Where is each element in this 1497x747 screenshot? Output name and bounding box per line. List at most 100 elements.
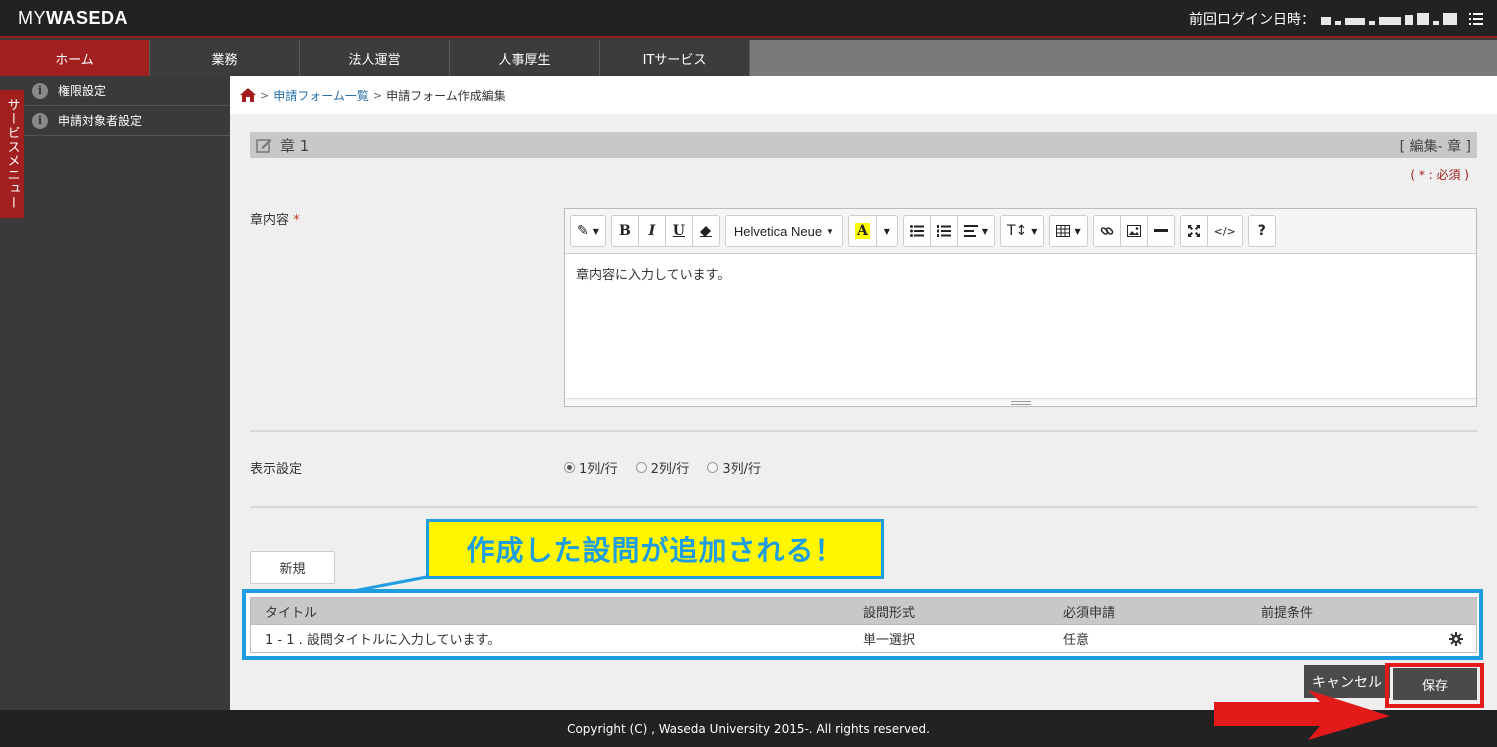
image-icon	[1126, 225, 1141, 237]
caret-down-icon: ▼	[981, 226, 988, 236]
underline-button[interactable]: U	[664, 215, 693, 247]
font-family-dropdown[interactable]: Helvetica Neue ▼	[724, 215, 843, 247]
caret-down-icon: ▼	[592, 226, 599, 236]
help-button[interactable]: ?	[1247, 215, 1276, 247]
breadcrumb: > 申請フォーム一覧 > 申請フォーム作成編集	[230, 76, 1497, 114]
content-label: 章内容 *	[250, 209, 300, 228]
fullscreen-button[interactable]	[1179, 215, 1208, 247]
nav-it-service[interactable]: ITサービス	[600, 40, 750, 76]
numbered-list-button[interactable]	[929, 215, 958, 247]
style-button[interactable]: ✎ ▼	[570, 215, 606, 247]
align-left-icon	[963, 225, 978, 237]
new-question-button[interactable]: 新規	[250, 551, 335, 584]
chapter-edit-link[interactable]: [ 編集- 章 ]	[1400, 136, 1471, 156]
radio-button[interactable]	[635, 462, 647, 473]
required-star: *	[293, 213, 300, 228]
eraser-button[interactable]	[691, 215, 720, 247]
editor-resize-handle[interactable]	[565, 398, 1476, 406]
table-button[interactable]: ▼	[1049, 215, 1088, 247]
cell-title: 1 - 1 . 設問タイトルに入力しています。	[265, 633, 501, 648]
font-family-value: Helvetica Neue	[733, 223, 823, 239]
bold-button[interactable]: B	[610, 215, 639, 247]
sidebar-item-label: 申請対象者設定	[58, 114, 143, 128]
nav-business[interactable]: 業務	[150, 40, 300, 76]
display-setting-label: 表示設定	[250, 462, 303, 477]
annotation-callout: 作成した設問が追加される！	[426, 519, 884, 579]
info-icon: i	[32, 82, 48, 99]
radio-button[interactable]	[707, 462, 719, 473]
radio-button[interactable]	[564, 462, 575, 473]
save-button[interactable]: 保存	[1393, 668, 1477, 700]
chapter-header: 章 1 [ 編集- 章 ]	[250, 132, 1477, 158]
image-button[interactable]	[1119, 215, 1148, 247]
highlight-a-icon: A	[854, 223, 870, 239]
gear-icon[interactable]	[1449, 631, 1463, 646]
home-icon[interactable]	[240, 88, 256, 102]
paragraph-align-button[interactable]: ▼	[956, 215, 995, 247]
last-login-info: 前回ログイン日時：	[1189, 9, 1483, 29]
radio-label: 2列/行	[650, 462, 690, 477]
link-icon	[1100, 227, 1113, 235]
line-height-icon: T↕	[1007, 223, 1028, 239]
bullet-list-icon	[909, 225, 924, 237]
service-menu-tab[interactable]: サービスメニュー	[0, 90, 24, 218]
nav-corporate[interactable]: 法人運営	[300, 40, 450, 76]
link-button[interactable]	[1092, 215, 1121, 247]
breadcrumb-separator: >	[372, 88, 383, 102]
info-icon: i	[32, 112, 48, 129]
fullscreen-icon	[1187, 225, 1200, 237]
breadcrumb-current: 申請フォーム作成編集	[386, 88, 506, 103]
highlight-color-button[interactable]: A	[847, 215, 877, 247]
col-precondition-header: 前提条件	[1261, 605, 1314, 621]
breadcrumb-form-list-link[interactable]: 申請フォーム一覧	[273, 87, 369, 104]
editor-toolbar: ✎ ▼ B I U Helvetica Neue ▼ A ▼ ▼ T↕ ▼ ▼ …	[565, 209, 1476, 254]
edit-icon	[256, 139, 272, 153]
radio-1-col[interactable]: 1列/行	[564, 458, 618, 477]
italic-button[interactable]: I	[637, 215, 666, 247]
table-row[interactable]: 1 - 1 . 設問タイトルに入力しています。 単一選択 任意	[251, 624, 1476, 652]
sidebar-item-permissions[interactable]: i 権限設定	[24, 76, 230, 106]
cell-type: 単一選択	[863, 633, 916, 648]
magic-wand-icon: ✎	[577, 223, 589, 239]
bullet-list-button[interactable]	[902, 215, 931, 247]
rich-text-editor: ✎ ▼ B I U Helvetica Neue ▼ A ▼ ▼ T↕ ▼ ▼ …	[564, 208, 1477, 407]
caret-down-icon: ▼	[883, 226, 890, 236]
logo-waseda: WASEDA	[46, 8, 129, 28]
menu-list-icon[interactable]	[1469, 13, 1483, 25]
caret-down-icon: ▼	[1074, 226, 1081, 236]
mywaseda-logo[interactable]: MYWASEDA	[18, 8, 128, 29]
display-setting-radios: 1列/行 2列/行 3列/行	[564, 458, 761, 477]
radio-label: 1列/行	[579, 462, 618, 477]
top-bar: MYWASEDA 前回ログイン日時：	[0, 0, 1497, 38]
line-height-button[interactable]: T↕ ▼	[1000, 215, 1045, 247]
nav-home[interactable]: ホーム	[0, 40, 150, 76]
radio-3-col[interactable]: 3列/行	[707, 458, 761, 477]
masked-login-datetime	[1321, 13, 1457, 25]
sidebar-list: i 権限設定 i 申請対象者設定	[24, 76, 230, 136]
required-note: ( * : 必須 )	[1410, 168, 1469, 182]
red-arrow-annotation	[1214, 690, 1390, 740]
sidebar-item-target-users[interactable]: i 申請対象者設定	[24, 106, 230, 136]
divider	[250, 506, 1477, 508]
highlight-color-dropdown[interactable]: ▼	[875, 215, 898, 247]
grip-icon	[1010, 400, 1031, 405]
code-view-button[interactable]: </>	[1206, 215, 1243, 247]
radio-label: 3列/行	[722, 462, 761, 477]
code-icon: </>	[1213, 224, 1236, 238]
main-nav: ホーム 業務 法人運営 人事厚生 ITサービス	[0, 40, 1497, 76]
logo-my: MY	[18, 8, 46, 28]
caret-down-icon: ▼	[826, 226, 834, 236]
editor-content-area[interactable]: 章内容に入力しています。	[565, 254, 1476, 398]
sidebar: サービスメニュー i 権限設定 i 申請対象者設定	[0, 76, 230, 710]
horizontal-rule-icon	[1153, 229, 1168, 232]
divider	[250, 430, 1477, 432]
numbered-list-icon	[936, 225, 951, 237]
radio-2-col[interactable]: 2列/行	[635, 458, 690, 477]
sidebar-item-label: 権限設定	[58, 84, 107, 98]
main-content: > 申請フォーム一覧 > 申請フォーム作成編集 章 1 [ 編集- 章 ] ( …	[230, 76, 1497, 710]
nav-hr[interactable]: 人事厚生	[450, 40, 600, 76]
horizontal-rule-button[interactable]	[1146, 215, 1175, 247]
col-title-header: タイトル	[265, 605, 318, 621]
col-type-header: 設問形式	[863, 605, 916, 621]
cell-required: 任意	[1063, 633, 1090, 648]
